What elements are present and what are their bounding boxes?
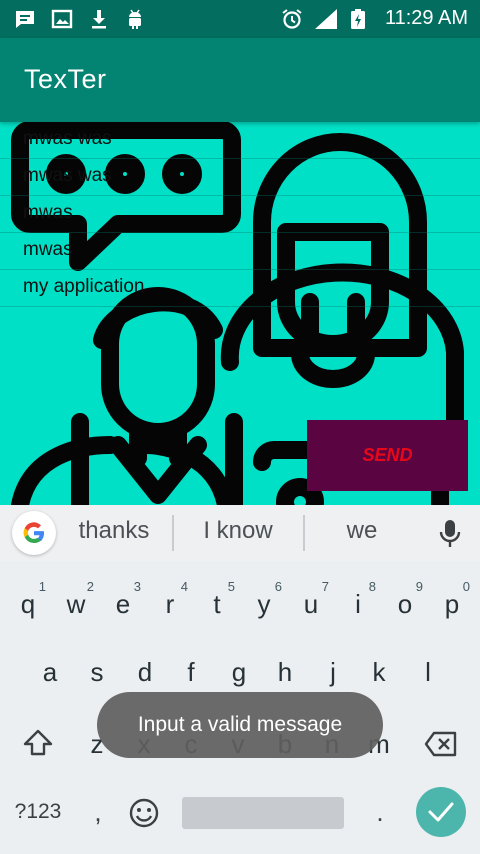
key-d[interactable]: d	[123, 637, 167, 697]
android-icon	[129, 9, 141, 29]
key-label: w	[66, 589, 86, 619]
suggestion-divider	[303, 515, 305, 551]
key-i[interactable]: 8i	[336, 569, 380, 629]
key-label: r	[165, 589, 175, 619]
key-label: p	[444, 589, 460, 619]
key-label: d	[137, 657, 153, 687]
screen: 11:29 AM TexTer mwas was mwas was mwas m…	[0, 0, 480, 854]
period-key[interactable]: .	[370, 797, 390, 828]
key-label: k	[372, 657, 386, 687]
key-e[interactable]: 3e	[101, 569, 145, 629]
key-label: i	[355, 589, 361, 619]
key-label: e	[115, 589, 131, 619]
app-bar: TexTer	[0, 38, 480, 122]
key-label: f	[187, 657, 195, 687]
message-item[interactable]: my application	[0, 270, 480, 307]
image-notification-icon	[51, 9, 73, 29]
microphone-icon[interactable]	[436, 519, 464, 549]
key-y[interactable]: 6y	[242, 569, 286, 629]
key-h[interactable]: h	[263, 637, 307, 697]
download-icon	[92, 10, 106, 29]
key-label: o	[397, 589, 413, 619]
message-item[interactable]: mwas was	[0, 122, 480, 159]
message-item[interactable]: mwas	[0, 196, 480, 233]
key-q[interactable]: 1q	[6, 569, 50, 629]
key-t[interactable]: 5t	[195, 569, 239, 629]
key-r[interactable]: 4r	[148, 569, 192, 629]
toast-message: Input a valid message	[97, 692, 383, 758]
chat-notification-icon	[16, 11, 34, 28]
symbols-key[interactable]: ?123	[8, 800, 68, 824]
message-item[interactable]: mwas was	[0, 159, 480, 196]
checkmark-icon	[428, 802, 454, 822]
key-s[interactable]: s	[75, 637, 119, 697]
key-label: s	[90, 657, 104, 687]
key-p[interactable]: 0p	[430, 569, 474, 629]
key-j[interactable]: j	[311, 637, 355, 697]
message-area: mwas was mwas was mwas mwas my applicati…	[0, 122, 480, 505]
send-button[interactable]: SEND	[307, 420, 468, 491]
key-label: a	[42, 657, 58, 687]
comma-key[interactable]: ,	[86, 797, 110, 828]
clock-time: 11:29 AM	[384, 7, 468, 29]
shift-key-icon[interactable]	[22, 728, 54, 758]
message-item[interactable]: mwas	[0, 233, 480, 270]
key-k[interactable]: k	[357, 637, 401, 697]
battery-charging-icon	[351, 9, 365, 29]
key-o[interactable]: 9o	[383, 569, 427, 629]
key-label: y	[257, 589, 271, 619]
suggestion-2[interactable]: I know	[184, 517, 292, 545]
key-u[interactable]: 7u	[289, 569, 333, 629]
status-bar: 11:29 AM	[0, 0, 480, 38]
key-g[interactable]: g	[217, 637, 261, 697]
key-a[interactable]: a	[28, 637, 72, 697]
alarm-icon	[282, 9, 302, 29]
key-label: t	[213, 589, 221, 619]
key-label: g	[231, 657, 247, 687]
backspace-key-icon[interactable]	[424, 731, 458, 757]
suggestion-3[interactable]: we	[316, 517, 408, 545]
key-f[interactable]: f	[169, 637, 213, 697]
suggestion-strip: thanks I know we	[0, 505, 480, 561]
key-label: q	[20, 589, 36, 619]
app-title: TexTer	[24, 64, 107, 94]
key-l[interactable]: l	[406, 637, 450, 697]
google-g-icon	[23, 522, 44, 544]
key-label: h	[277, 657, 293, 687]
suggestion-1[interactable]: thanks	[64, 517, 164, 545]
message-list[interactable]: mwas was mwas was mwas mwas my applicati…	[0, 122, 480, 307]
key-w[interactable]: 2w	[54, 569, 98, 629]
key-label: u	[303, 589, 319, 619]
space-key[interactable]	[182, 797, 344, 829]
google-logo-icon[interactable]	[12, 511, 56, 555]
key-label: l	[425, 657, 431, 687]
signal-icon	[315, 9, 337, 29]
emoji-key-icon[interactable]	[128, 797, 160, 829]
key-label: j	[330, 657, 336, 687]
suggestion-divider	[172, 515, 174, 551]
enter-key[interactable]	[416, 787, 466, 837]
